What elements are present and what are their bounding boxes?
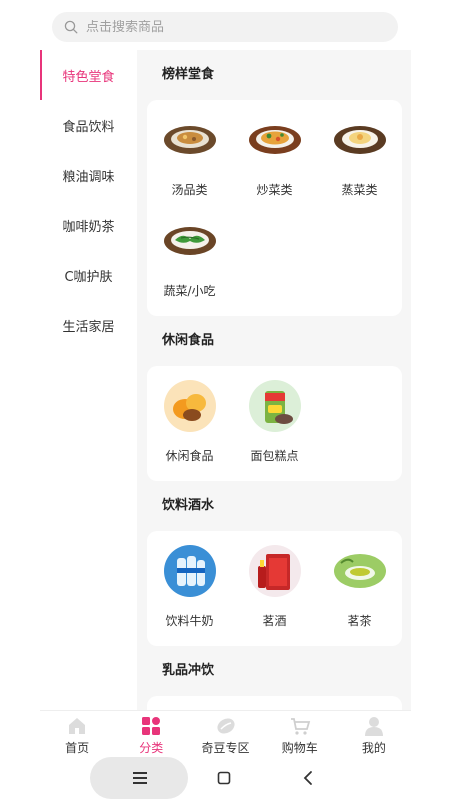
home-button[interactable] — [214, 768, 234, 788]
tea-cup-icon — [333, 544, 387, 598]
category-card — [147, 696, 402, 710]
category-item-stir-fry[interactable]: 炒菜类 — [232, 108, 317, 209]
liquor-box-icon — [248, 544, 302, 598]
section-title: 榜样堂食 — [162, 67, 215, 82]
vegetable-dish-icon — [163, 214, 217, 268]
sidebar-item-home-living[interactable]: 生活家居 — [40, 300, 137, 350]
section-title: 饮料酒水 — [162, 498, 215, 513]
sidebar-item-grain-oil[interactable]: 粮油调味 — [40, 150, 137, 200]
category-item-drinks-milk[interactable]: 饮料牛奶 — [147, 539, 232, 640]
search-box[interactable] — [52, 12, 398, 42]
category-item-tea[interactable]: 茗茶 — [317, 539, 402, 640]
category-item-soup[interactable]: 汤品类 — [147, 108, 232, 209]
tab-label: 奇豆专区 — [201, 741, 250, 755]
sidebar-item-coffee-tea[interactable]: 咖啡奶茶 — [40, 200, 137, 250]
category-icon — [142, 717, 161, 735]
category-card: 休闲食品 面包糕点 — [147, 366, 402, 481]
soup-dish-icon — [163, 113, 217, 167]
category-item-label: 茗茶 — [347, 614, 372, 628]
sidebar-item-label: 生活家居 — [62, 319, 115, 335]
tab-category[interactable]: 分类 — [114, 711, 188, 760]
sidebar-item-food-drinks[interactable]: 食品饮料 — [40, 100, 137, 150]
square-icon — [217, 771, 231, 785]
back-button[interactable] — [298, 768, 318, 788]
sidebar-item-label: 食品饮料 — [62, 119, 115, 135]
back-arrow-icon — [303, 771, 312, 785]
section-title: 乳品冲饮 — [162, 663, 215, 678]
water-bottles-icon — [163, 544, 217, 598]
category-content: 榜样堂食 汤品类 炒菜类 蒸菜类 蔬菜/小吃 休闲食品 休闲食品 面包糕点 饮料… — [137, 50, 411, 710]
category-item-liquor[interactable]: 茗酒 — [232, 539, 317, 640]
tab-label: 我的 — [361, 741, 386, 755]
sidebar-item-label: 粮油调味 — [62, 169, 115, 185]
category-item-label: 炒菜类 — [256, 183, 293, 197]
sidebar-item-featured-dining[interactable]: 特色堂食 — [40, 50, 137, 100]
tab-label: 首页 — [65, 741, 90, 755]
category-item-bakery[interactable]: 面包糕点 — [232, 374, 317, 475]
tab-profile[interactable]: 我的 — [337, 711, 411, 760]
bottom-tab-bar: 首页 分类 奇豆专区 购物车 我的 — [40, 710, 411, 760]
profile-icon — [364, 717, 383, 736]
bean-icon — [216, 718, 235, 734]
sidebar-item-label: 特色堂食 — [62, 69, 115, 85]
menu-icon — [130, 768, 150, 788]
category-item-label: 饮料牛奶 — [165, 614, 214, 628]
category-item-label: 休闲食品 — [165, 449, 214, 463]
category-card: 饮料牛奶 茗酒 茗茶 — [147, 531, 402, 646]
category-item-label: 汤品类 — [171, 183, 208, 197]
category-item-vegetable[interactable]: 蔬菜/小吃 — [147, 209, 232, 310]
chips-can-icon — [248, 379, 302, 433]
category-item-label: 面包糕点 — [250, 449, 299, 463]
tab-label: 分类 — [139, 741, 164, 755]
category-card: 汤品类 炒菜类 蒸菜类 蔬菜/小吃 — [147, 100, 402, 316]
search-icon — [64, 20, 78, 34]
category-item-label: 蔬菜/小吃 — [163, 284, 216, 298]
category-item-label: 蒸菜类 — [341, 183, 378, 197]
snack-icon — [163, 379, 217, 433]
category-item-snacks[interactable]: 休闲食品 — [147, 374, 232, 475]
section-title: 休闲食品 — [162, 333, 215, 348]
category-item-label: 茗酒 — [262, 614, 287, 628]
tab-label: 购物车 — [281, 741, 318, 755]
home-icon — [69, 718, 86, 734]
category-item-steamed[interactable]: 蒸菜类 — [317, 108, 402, 209]
stir-fry-dish-icon — [248, 113, 302, 167]
search-input[interactable] — [86, 19, 336, 35]
search-bar — [40, 0, 411, 50]
cart-icon — [290, 718, 310, 735]
app-screen: 特色堂食 食品饮料 粮油调味 咖啡奶茶 C咖护肤 生活家居 榜样堂食 汤品类 炒… — [40, 0, 411, 800]
tab-bean-zone[interactable]: 奇豆专区 — [188, 711, 262, 760]
steamed-dish-icon — [333, 113, 387, 167]
sidebar-item-skincare[interactable]: C咖护肤 — [40, 250, 137, 300]
sidebar-item-label: C咖护肤 — [64, 269, 113, 285]
sidebar-item-label: 咖啡奶茶 — [62, 219, 115, 235]
tab-cart[interactable]: 购物车 — [263, 711, 337, 760]
tab-home[interactable]: 首页 — [40, 711, 114, 760]
category-sidebar: 特色堂食 食品饮料 粮油调味 咖啡奶茶 C咖护肤 生活家居 — [40, 50, 137, 710]
